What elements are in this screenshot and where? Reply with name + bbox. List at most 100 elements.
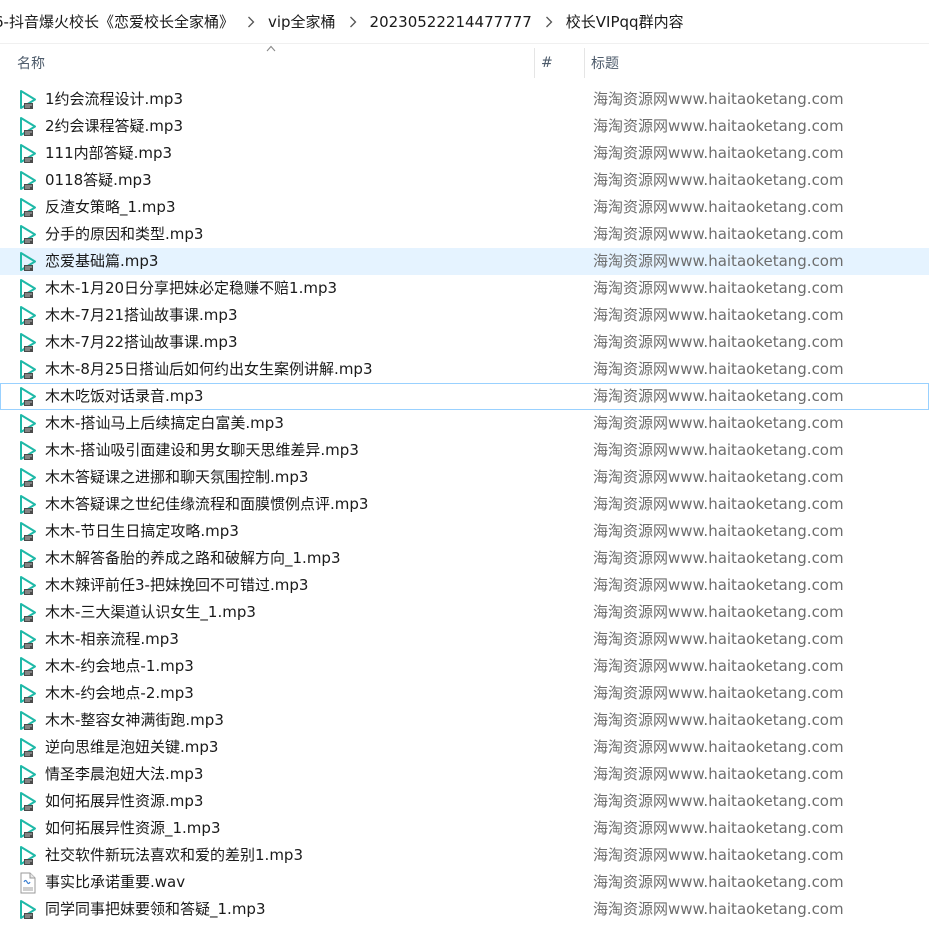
column-header-title[interactable]: 标题 <box>591 44 921 82</box>
file-row[interactable]: 同学同事把妹要领和答疑_1.mp3 海淘资源网www.haitaoketang.c… <box>0 896 929 923</box>
mp3-play-icon <box>18 710 38 732</box>
file-title: 海淘资源网www.haitaoketang.com <box>593 873 844 891</box>
file-row[interactable]: 木木解答备胎的养成之路和破解方向_1.mp3 海淘资源网www.haitaoket… <box>0 545 929 572</box>
file-row[interactable]: 木木-约会地点-2.mp3 海淘资源网www.haitaoketang.com <box>0 680 929 707</box>
file-row[interactable]: 1约会流程设计.mp3 海淘资源网www.haitaoketang.com <box>0 86 929 113</box>
file-row[interactable]: 木木-三大渠道认识女生_1.mp3 海淘资源网www.haitaoketang.c… <box>0 599 929 626</box>
file-name[interactable]: 木木-8月25日搭讪后如何约出女生案例讲解.mp3 <box>45 357 373 382</box>
column-header-number[interactable]: # <box>541 44 583 82</box>
breadcrumb-item-course[interactable]: 6-抖音爆火校长《恋爱校长全家桶》 <box>0 11 240 32</box>
mp3-play-icon <box>18 764 38 786</box>
file-name[interactable]: 反渣女策略_1.mp3 <box>45 195 176 220</box>
file-name[interactable]: 社交软件新玩法喜欢和爱的差别1.mp3 <box>45 843 303 868</box>
file-title: 海淘资源网www.haitaoketang.com <box>593 90 844 108</box>
file-row[interactable]: 逆向思维是泡妞关键.mp3 海淘资源网www.haitaoketang.com <box>0 734 929 761</box>
file-name[interactable]: 木木-相亲流程.mp3 <box>45 627 179 652</box>
file-title: 海淘资源网www.haitaoketang.com <box>593 171 844 189</box>
file-row[interactable]: 反渣女策略_1.mp3 海淘资源网www.haitaoketang.com <box>0 194 929 221</box>
file-row[interactable]: 木木-1月20日分享把妹必定稳赚不赔1.mp3 海淘资源网www.haitaoke… <box>0 275 929 302</box>
file-row[interactable]: 木木-相亲流程.mp3 海淘资源网www.haitaoketang.com <box>0 626 929 653</box>
file-title: 海淘资源网www.haitaoketang.com <box>593 711 844 729</box>
file-title: 海淘资源网www.haitaoketang.com <box>593 657 844 675</box>
file-row[interactable]: 木木-7月21搭讪故事课.mp3 海淘资源网www.haitaoketang.co… <box>0 302 929 329</box>
chevron-right-icon[interactable] <box>342 12 364 32</box>
file-name[interactable]: 恋爱基础篇.mp3 <box>45 249 158 274</box>
file-row[interactable]: 分手的原因和类型.mp3 海淘资源网www.haitaoketang.com <box>0 221 929 248</box>
file-name[interactable]: 如何拓展异性资源.mp3 <box>45 789 203 814</box>
file-name[interactable]: 木木-节日生日搞定攻略.mp3 <box>45 519 239 544</box>
mp3-play-icon <box>18 467 38 489</box>
file-title: 海淘资源网www.haitaoketang.com <box>593 630 844 648</box>
chevron-right-icon[interactable] <box>240 12 262 32</box>
file-title: 海淘资源网www.haitaoketang.com <box>593 333 844 351</box>
file-name[interactable]: 1约会流程设计.mp3 <box>45 87 183 112</box>
file-name[interactable]: 如何拓展异性资源_1.mp3 <box>45 816 221 841</box>
file-row[interactable]: 木木-7月22搭讪故事课.mp3 海淘资源网www.haitaoketang.co… <box>0 329 929 356</box>
breadcrumb-item-date[interactable]: 20230522214477777 <box>370 13 538 31</box>
file-row[interactable]: 木木-约会地点-1.mp3 海淘资源网www.haitaoketang.com <box>0 653 929 680</box>
file-row[interactable]: 木木答疑课之世纪佳缘流程和面膜惯例点评.mp3 海淘资源网www.haitaoke… <box>0 491 929 518</box>
mp3-play-icon <box>18 413 38 435</box>
file-name[interactable]: 木木-搭讪吸引面建设和男女聊天思维差异.mp3 <box>45 438 359 463</box>
file-title: 海淘资源网www.haitaoketang.com <box>593 360 844 378</box>
file-name[interactable]: 木木-约会地点-2.mp3 <box>45 681 194 706</box>
mp3-play-icon <box>18 359 38 381</box>
file-row[interactable]: 木木-整容女神满街跑.mp3 海淘资源网www.haitaoketang.com <box>0 707 929 734</box>
file-name[interactable]: 木木-7月21搭讪故事课.mp3 <box>45 303 238 328</box>
file-row[interactable]: 木木吃饭对话录音.mp3 海淘资源网www.haitaoketang.com <box>0 383 929 410</box>
file-row[interactable]: 2约会课程答疑.mp3 海淘资源网www.haitaoketang.com <box>0 113 929 140</box>
breadcrumb-item-current[interactable]: 校长VIPqq群内容 <box>566 11 690 32</box>
file-name[interactable]: 情圣李晨泡妞大法.mp3 <box>45 762 203 787</box>
column-divider[interactable] <box>584 48 585 78</box>
file-name[interactable]: 木木-搭讪马上后续搞定白富美.mp3 <box>45 411 284 436</box>
file-row[interactable]: 如何拓展异性资源_1.mp3 海淘资源网www.haitaoketang.com <box>0 815 929 842</box>
file-row[interactable]: 事实比承诺重要.wav 海淘资源网www.haitaoketang.com <box>0 869 929 896</box>
file-row[interactable]: 木木-搭讪吸引面建设和男女聊天思维差异.mp3 海淘资源网www.haitaoke… <box>0 437 929 464</box>
file-title: 海淘资源网www.haitaoketang.com <box>593 414 844 432</box>
chevron-right-icon[interactable] <box>538 12 560 32</box>
mp3-play-icon <box>18 305 38 327</box>
file-name[interactable]: 木木-整容女神满街跑.mp3 <box>45 708 224 733</box>
file-name[interactable]: 木木解答备胎的养成之路和破解方向_1.mp3 <box>45 546 341 571</box>
file-name[interactable]: 木木-1月20日分享把妹必定稳赚不赔1.mp3 <box>45 276 337 301</box>
file-row[interactable]: 社交软件新玩法喜欢和爱的差别1.mp3 海淘资源网www.haitaoketang… <box>0 842 929 869</box>
file-row[interactable]: 恋爱基础篇.mp3 海淘资源网www.haitaoketang.com <box>0 248 929 275</box>
file-name[interactable]: 事实比承诺重要.wav <box>45 870 185 895</box>
file-row[interactable]: 木木辣评前任3-把妹挽回不可错过.mp3 海淘资源网www.haitaoketan… <box>0 572 929 599</box>
file-name[interactable]: 木木-7月22搭讪故事课.mp3 <box>45 330 238 355</box>
file-row[interactable]: 木木-节日生日搞定攻略.mp3 海淘资源网www.haitaoketang.com <box>0 518 929 545</box>
file-title: 海淘资源网www.haitaoketang.com <box>593 900 844 918</box>
file-row[interactable]: 111内部答疑.mp3 海淘资源网www.haitaoketang.com <box>0 140 929 167</box>
file-title: 海淘资源网www.haitaoketang.com <box>593 576 844 594</box>
file-name[interactable]: 木木辣评前任3-把妹挽回不可错过.mp3 <box>45 573 308 598</box>
file-name[interactable]: 0118答疑.mp3 <box>45 168 152 193</box>
column-header: 名称 # 标题 <box>0 44 929 82</box>
file-name[interactable]: 111内部答疑.mp3 <box>45 141 172 166</box>
file-name[interactable]: 木木-约会地点-1.mp3 <box>45 654 194 679</box>
file-name[interactable]: 同学同事把妹要领和答疑_1.mp3 <box>45 897 266 922</box>
mp3-play-icon <box>18 575 38 597</box>
file-row[interactable]: 0118答疑.mp3 海淘资源网www.haitaoketang.com <box>0 167 929 194</box>
file-title: 海淘资源网www.haitaoketang.com <box>593 252 844 270</box>
column-header-name[interactable]: 名称 <box>17 44 533 82</box>
column-divider[interactable] <box>534 48 535 78</box>
mp3-play-icon <box>18 440 38 462</box>
file-row[interactable]: 情圣李晨泡妞大法.mp3 海淘资源网www.haitaoketang.com <box>0 761 929 788</box>
file-name[interactable]: 2约会课程答疑.mp3 <box>45 114 183 139</box>
mp3-play-icon <box>18 629 38 651</box>
mp3-play-icon <box>18 197 38 219</box>
file-row[interactable]: 如何拓展异性资源.mp3 海淘资源网www.haitaoketang.com <box>0 788 929 815</box>
file-title: 海淘资源网www.haitaoketang.com <box>593 306 844 324</box>
file-row[interactable]: 木木-8月25日搭讪后如何约出女生案例讲解.mp3 海淘资源网www.haitao… <box>0 356 929 383</box>
file-name[interactable]: 分手的原因和类型.mp3 <box>45 222 203 247</box>
file-row[interactable]: 木木答疑课之进挪和聊天氛围控制.mp3 海淘资源网www.haitaoketang… <box>0 464 929 491</box>
file-name[interactable]: 逆向思维是泡妞关键.mp3 <box>45 735 218 760</box>
file-name[interactable]: 木木答疑课之进挪和聊天氛围控制.mp3 <box>45 465 308 490</box>
breadcrumb-item-vip[interactable]: vip全家桶 <box>268 11 342 32</box>
file-name[interactable]: 木木吃饭对话录音.mp3 <box>45 384 203 409</box>
mp3-play-icon <box>18 899 38 921</box>
file-row[interactable]: 木木-搭讪马上后续搞定白富美.mp3 海淘资源网www.haitaoketang.… <box>0 410 929 437</box>
file-name[interactable]: 木木答疑课之世纪佳缘流程和面膜惯例点评.mp3 <box>45 492 368 517</box>
mp3-play-icon <box>18 278 38 300</box>
file-name[interactable]: 木木-三大渠道认识女生_1.mp3 <box>45 600 256 625</box>
